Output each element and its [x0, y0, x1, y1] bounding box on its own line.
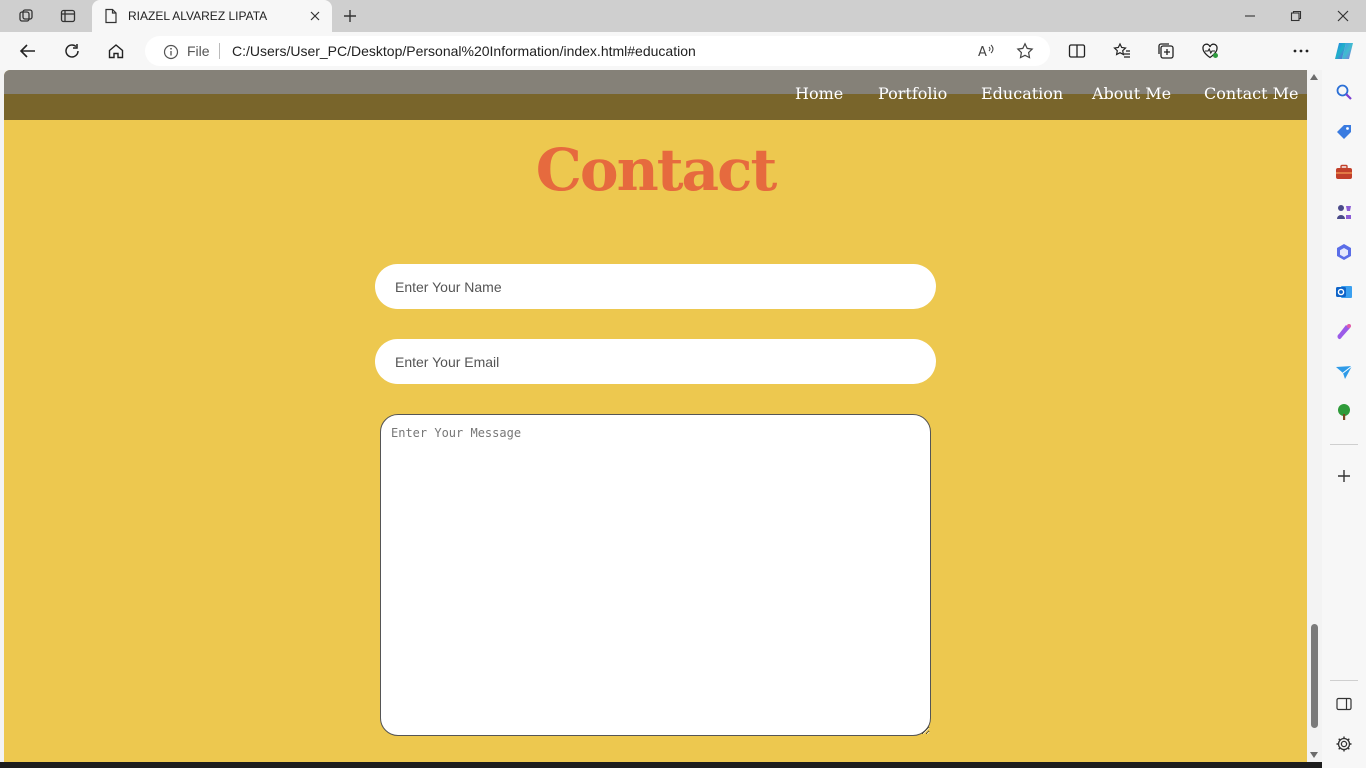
- more-options-icon[interactable]: [1288, 39, 1314, 63]
- edge-sidebar: [1322, 70, 1366, 768]
- nav-link-portfolio[interactable]: Portfolio: [878, 84, 947, 103]
- shopping-tag-icon[interactable]: [1334, 122, 1354, 142]
- name-input[interactable]: [375, 264, 936, 309]
- collections-icon[interactable]: [1153, 39, 1179, 63]
- nav-link-home[interactable]: Home: [795, 84, 843, 103]
- search-icon[interactable]: [1334, 82, 1354, 102]
- close-tab-icon[interactable]: [306, 7, 324, 25]
- window-bottom-edge: [0, 762, 1322, 768]
- tab-strip: RIAZEL ALVAREZ LIPATA: [0, 0, 1366, 32]
- restore-button[interactable]: [1278, 4, 1314, 28]
- favorite-star-icon[interactable]: [1014, 41, 1036, 61]
- split-screen-icon[interactable]: [1064, 39, 1090, 63]
- page-scrollbar[interactable]: [1307, 70, 1322, 762]
- hide-sidebar-icon[interactable]: [1334, 694, 1354, 714]
- tab-actions-icon[interactable]: [54, 4, 82, 28]
- tools-briefcase-icon[interactable]: [1334, 162, 1354, 182]
- nav-link-about-me[interactable]: About Me: [1092, 84, 1171, 103]
- back-button[interactable]: [14, 39, 42, 63]
- home-button[interactable]: [102, 39, 130, 63]
- address-bar[interactable]: File C:/Users/User_PC/Desktop/Personal%2…: [145, 36, 1050, 66]
- contact-heading: Contact: [535, 136, 778, 204]
- browser-essentials-icon[interactable]: [1197, 39, 1223, 63]
- info-icon[interactable]: [163, 44, 179, 65]
- tab-title: RIAZEL ALVAREZ LIPATA: [128, 9, 268, 23]
- outlook-icon[interactable]: [1334, 282, 1354, 302]
- scroll-thumb[interactable]: [1311, 624, 1318, 728]
- page-viewport: Home Portfolio Education About Me Contac…: [4, 70, 1307, 762]
- sidebar-divider: [1330, 444, 1358, 445]
- nav-link-contact-me[interactable]: Contact Me: [1204, 84, 1298, 103]
- games-icon[interactable]: [1334, 202, 1354, 222]
- tree-icon[interactable]: [1334, 402, 1354, 422]
- new-tab-button[interactable]: [338, 4, 362, 28]
- divider: [219, 43, 220, 59]
- scheme-label: File: [187, 43, 210, 59]
- settings-gear-icon[interactable]: [1334, 734, 1354, 754]
- sidebar-divider: [1330, 680, 1358, 681]
- url-text[interactable]: C:/Users/User_PC/Desktop/Personal%20Info…: [232, 43, 696, 59]
- nav-link-education[interactable]: Education: [981, 84, 1063, 103]
- email-input[interactable]: [375, 339, 936, 384]
- workspaces-icon[interactable]: [12, 4, 40, 28]
- refresh-button[interactable]: [58, 39, 86, 63]
- svg-text:A: A: [978, 45, 987, 59]
- tab-active[interactable]: RIAZEL ALVAREZ LIPATA: [92, 0, 332, 32]
- message-textarea[interactable]: [380, 414, 931, 736]
- read-aloud-icon[interactable]: A: [975, 41, 997, 61]
- close-window-button[interactable]: [1325, 4, 1361, 28]
- send-paper-plane-icon[interactable]: [1334, 362, 1354, 382]
- copilot-icon[interactable]: [1331, 39, 1357, 63]
- favorites-icon[interactable]: [1109, 39, 1135, 63]
- designer-icon[interactable]: [1334, 322, 1354, 342]
- minimize-button[interactable]: [1232, 4, 1268, 28]
- scroll-up-arrow-icon[interactable]: [1310, 74, 1318, 80]
- toolbar: File C:/Users/User_PC/Desktop/Personal%2…: [0, 32, 1366, 94]
- microsoft-365-icon[interactable]: [1334, 242, 1354, 262]
- add-sidebar-app-icon[interactable]: [1334, 466, 1354, 486]
- scroll-down-arrow-icon[interactable]: [1310, 752, 1318, 758]
- page-icon: [104, 8, 118, 29]
